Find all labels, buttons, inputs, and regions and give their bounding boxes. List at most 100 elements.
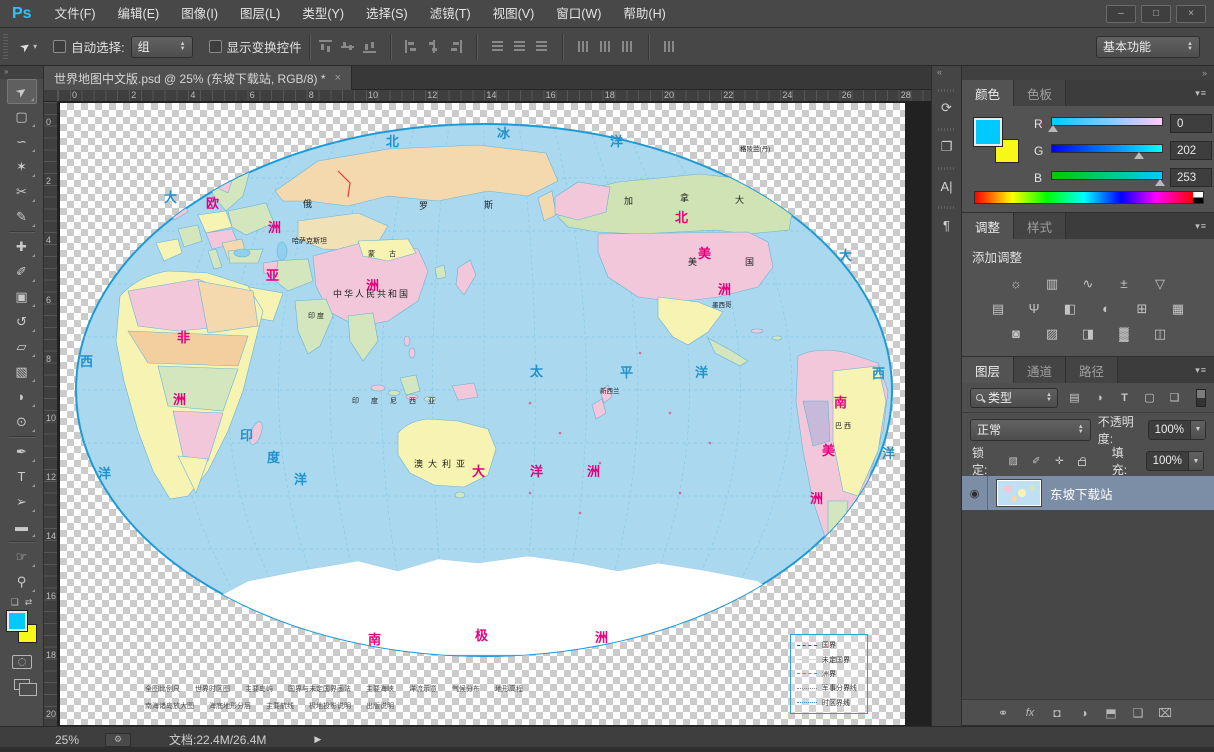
black-white-icon[interactable]: ◧ [1058, 298, 1083, 319]
layer-row[interactable]: ◉ 东坡下载站 [962, 476, 1214, 510]
invert-icon[interactable]: ◙ [1004, 323, 1029, 344]
close-tab-icon[interactable]: × [335, 72, 341, 84]
align-vertical-centers[interactable] [339, 38, 356, 55]
align-right-edges[interactable] [447, 38, 464, 55]
document-tab[interactable]: 世界地图中文版.psd @ 25% (东坡下载站, RGB/8) * × [44, 66, 352, 90]
layers-tab-2[interactable]: 通道 [1014, 357, 1067, 383]
layer-filter-dropdown[interactable]: 类型 ▲ ▼ [970, 387, 1058, 408]
menu-item[interactable]: 图层(L) [229, 0, 291, 28]
healing-brush-tool[interactable]: ✚ [7, 234, 37, 259]
slider-knob[interactable] [1134, 151, 1145, 159]
gradient-tool[interactable]: ▧ [7, 359, 37, 384]
opacity-dropdown[interactable]: 100% ▼ [1147, 419, 1206, 440]
vibrance-icon[interactable]: ▽ [1148, 273, 1173, 294]
panel-menu-icon[interactable]: ▾≡ [1195, 88, 1207, 99]
selective-color-icon[interactable]: ◫ [1148, 323, 1173, 344]
menu-item[interactable]: 编辑(E) [107, 0, 171, 28]
history-brush-tool[interactable]: ↺ [7, 309, 37, 334]
distribute-right-edges[interactable] [619, 38, 636, 55]
layers-tab-1[interactable]: 图层 [962, 357, 1015, 383]
hand-tool[interactable]: ☞ [7, 544, 37, 569]
menu-item[interactable]: 文件(F) [44, 0, 107, 28]
new-group-icon[interactable]: ⬒ [1104, 706, 1118, 720]
panel-menu-icon[interactable]: ▾≡ [1195, 221, 1207, 232]
type-tool[interactable]: T [7, 464, 37, 489]
crop-tool[interactable]: ✂ [7, 179, 37, 204]
color-tab-1[interactable]: 颜色 [962, 80, 1015, 106]
distribute-bottom-edges[interactable] [533, 38, 550, 55]
horizontal-ruler[interactable]: 0 2 4 6 8 10 12 14 16 18 20 22 24 26 28 [58, 90, 931, 102]
g-value-field[interactable]: 202 [1170, 141, 1212, 160]
default-colors-icon[interactable]: ❏ [11, 597, 19, 608]
quick-selection-tool[interactable]: ✶ [7, 154, 37, 179]
workspace-switcher[interactable]: 基本功能 ▲ ▼ [1096, 35, 1200, 58]
show-transform-checkbox[interactable] [208, 40, 222, 53]
auto-align-layers[interactable] [661, 38, 678, 55]
align-bottom-edges[interactable] [361, 38, 378, 55]
distribute-vertical-centers[interactable] [511, 38, 528, 55]
tool-preset-button[interactable]: ➤ ▾ [14, 38, 43, 56]
exposure-icon[interactable]: ± [1112, 273, 1137, 294]
adjustments-tab-1[interactable]: 调整 [962, 213, 1015, 239]
hue-saturation-icon[interactable]: ▤ [986, 298, 1011, 319]
quick-mask-icon[interactable] [11, 655, 32, 669]
panel-menu-icon[interactable]: ▾≡ [1195, 365, 1207, 376]
filter-type-layers-icon[interactable]: T [1115, 388, 1134, 407]
new-adjustment-layer-icon[interactable]: ◑ [1077, 706, 1091, 720]
distribute-horizontal-centers[interactable] [597, 38, 614, 55]
vertical-ruler[interactable]: 0 2 4 6 8 10 12 14 16 18 20 [44, 102, 58, 726]
r-slider[interactable] [1051, 116, 1163, 126]
filter-adjustment-layers-icon[interactable]: ◑ [1090, 388, 1109, 407]
dodge-tool[interactable]: ⊙ [7, 409, 37, 434]
swap-colors-icon[interactable]: ⇄ [25, 597, 33, 608]
eraser-tool[interactable]: ▱ [7, 334, 37, 359]
brush-tool[interactable]: ✐ [7, 259, 37, 284]
zoom-tool[interactable]: ⚲ [7, 569, 37, 594]
color-tab-2[interactable]: 色板 [1014, 80, 1067, 106]
close-button[interactable]: × [1176, 4, 1206, 23]
collapse-dock-icon[interactable]: « [932, 66, 961, 80]
character-panel-icon[interactable]: A| [935, 175, 959, 197]
clone-stamp-tool[interactable]: ▣ [7, 284, 37, 309]
blend-mode-dropdown[interactable]: 正常 ▲ ▼ [970, 418, 1091, 441]
status-options-button[interactable]: ⚙ [105, 732, 132, 747]
align-left-edges[interactable] [403, 38, 420, 55]
b-value-field[interactable]: 253 [1170, 168, 1212, 187]
blur-tool[interactable]: ◗ [7, 384, 37, 409]
layer-style-icon[interactable]: fx [1023, 707, 1037, 719]
history-panel-icon[interactable]: ⟳ [935, 97, 959, 119]
channel-mixer-icon[interactable]: ⊞ [1130, 298, 1155, 319]
menu-item[interactable]: 帮助(H) [612, 0, 676, 28]
menu-item[interactable]: 图像(I) [170, 0, 229, 28]
align-top-edges[interactable] [317, 38, 334, 55]
new-layer-icon[interactable]: ❏ [1131, 706, 1145, 720]
distribute-left-edges[interactable] [575, 38, 592, 55]
layer-visibility-icon[interactable]: ◉ [962, 476, 988, 510]
paragraph-panel-icon[interactable]: ¶ [935, 214, 959, 236]
foreground-color-swatch[interactable] [973, 117, 1003, 147]
filter-shape-layers-icon[interactable]: ▢ [1140, 388, 1159, 407]
slider-knob[interactable] [1048, 124, 1059, 132]
status-menu-arrow-icon[interactable]: ▶ [314, 734, 321, 745]
lock-image-pixels-icon[interactable]: ✐ [1029, 453, 1044, 469]
zoom-level[interactable]: 25% [55, 733, 79, 747]
slider-knob[interactable] [1154, 178, 1165, 186]
document-canvas[interactable]: 北冰洋大西洋太平洋印度洋大西洋欧洲亚洲非洲北美洲南美洲大洋洲南极洲俄罗斯中华人民… [60, 103, 905, 725]
layer-thumbnail[interactable] [996, 479, 1042, 507]
color-balance-icon[interactable]: Ψ [1022, 298, 1047, 319]
levels-icon[interactable]: ▥ [1040, 273, 1065, 294]
rectangular-marquee-tool[interactable]: ▢ [7, 104, 37, 129]
rectangle-tool[interactable]: ▬ [7, 514, 37, 539]
properties-panel-icon[interactable]: ❐ [935, 136, 959, 158]
filter-pixel-layers-icon[interactable]: ▤ [1065, 388, 1084, 407]
auto-select-checkbox[interactable] [53, 40, 67, 53]
foreground-color-swatch[interactable] [5, 610, 28, 632]
fill-dropdown[interactable]: 100% ▼ [1145, 451, 1204, 471]
pen-tool[interactable]: ✒ [7, 439, 37, 464]
eyedropper-tool[interactable]: ✎ [7, 204, 37, 229]
gradient-map-icon[interactable]: ▓ [1112, 323, 1137, 344]
color-lookup-icon[interactable]: ▦ [1166, 298, 1191, 319]
filter-smart-objects-icon[interactable]: ❏ [1165, 388, 1184, 407]
distribute-top-edges[interactable] [489, 38, 506, 55]
lock-position-icon[interactable]: ✛ [1052, 453, 1067, 469]
